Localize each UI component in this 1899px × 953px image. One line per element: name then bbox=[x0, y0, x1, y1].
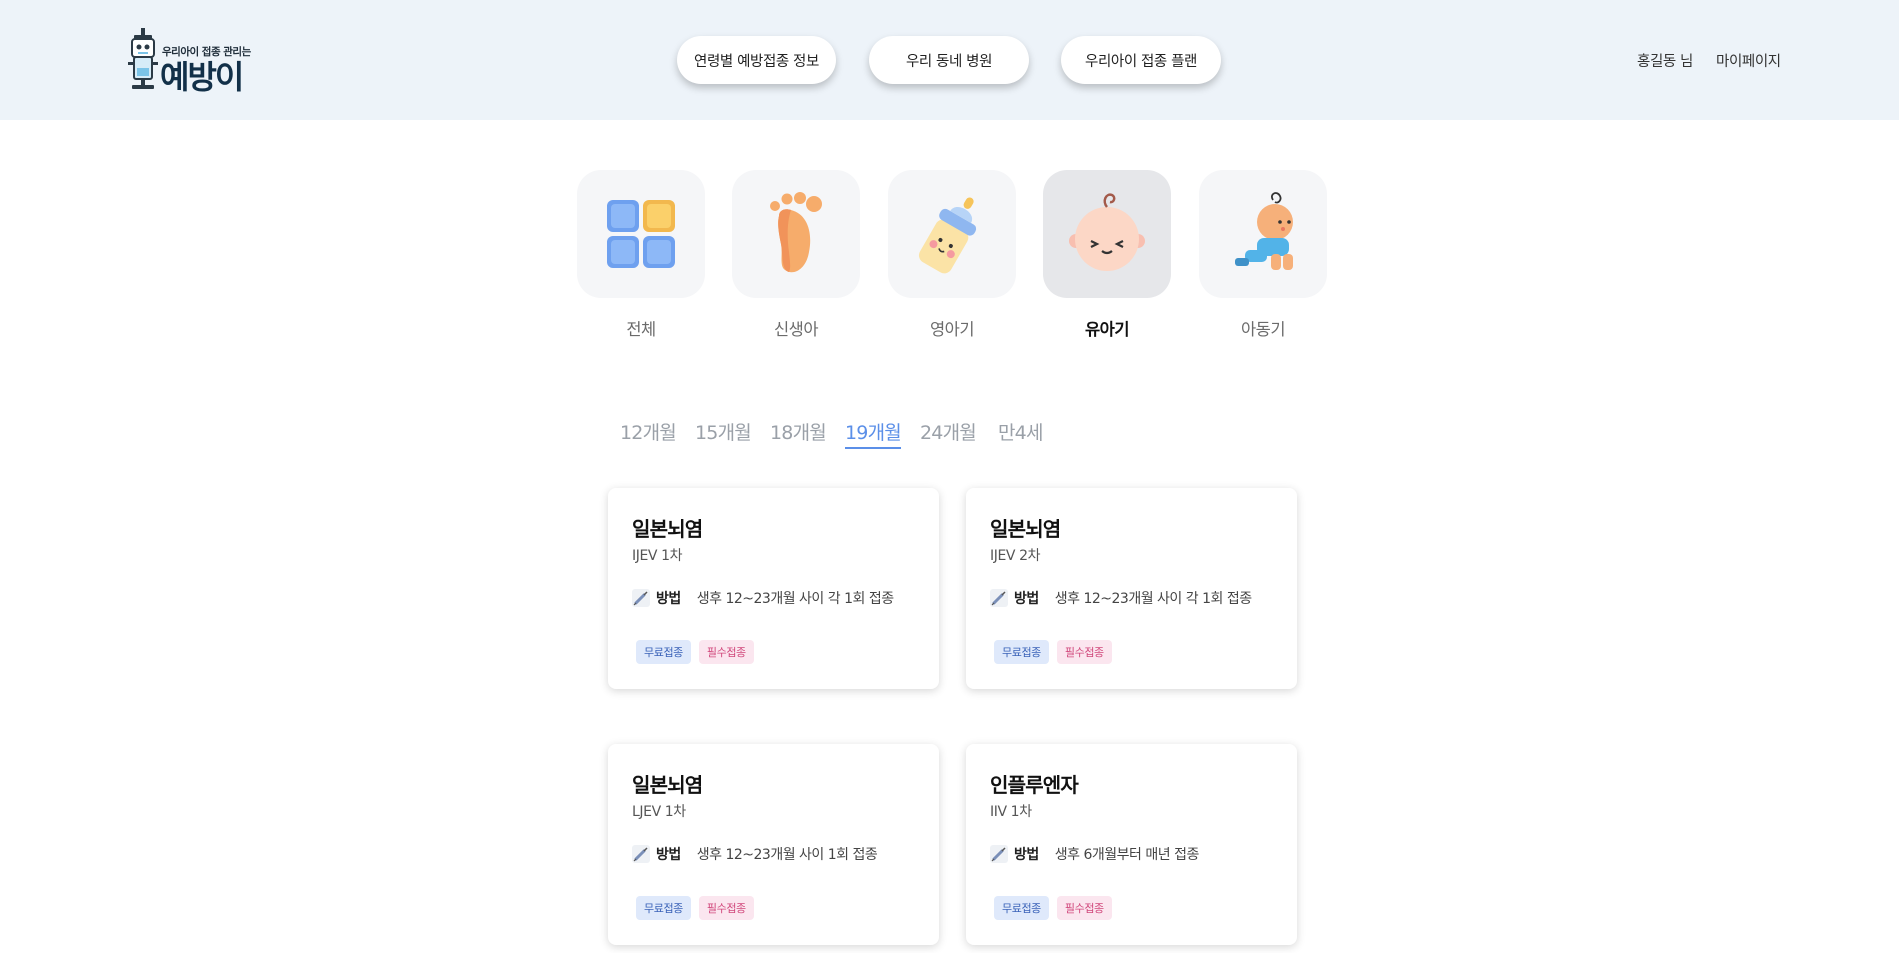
vaccine-tags: 무료접종 필수접종 bbox=[636, 896, 754, 920]
baby-bottle-icon bbox=[918, 197, 977, 274]
syringe-icon bbox=[632, 845, 650, 863]
tab-15-months[interactable]: 15개월 bbox=[695, 418, 752, 445]
method-text: 생후 12~23개월 사이 각 1회 접종 bbox=[1054, 591, 1252, 607]
required-vaccine-badge: 필수접종 bbox=[1056, 896, 1112, 920]
syringe-icon bbox=[632, 589, 650, 607]
tab-18-months[interactable]: 18개월 bbox=[770, 418, 827, 445]
free-vaccine-badge: 무료접종 bbox=[636, 640, 691, 664]
category-all[interactable]: 전체 bbox=[577, 170, 705, 340]
vaccine-card[interactable]: 일본뇌염 LJEV 1차 방법 생후 12~23개월 사이 1회 접종 무료접종… bbox=[608, 744, 939, 945]
category-infant[interactable]: 영아기 bbox=[888, 170, 1016, 340]
vaccine-name: 일본뇌염 bbox=[632, 517, 703, 541]
tab-12-months[interactable]: 12개월 bbox=[620, 418, 677, 445]
tab-19-months[interactable]: 19개월 bbox=[845, 418, 902, 449]
free-vaccine-badge: 무료접종 bbox=[994, 640, 1049, 664]
vaccine-tags: 무료접종 필수접종 bbox=[994, 896, 1112, 920]
baby-face-icon bbox=[1069, 193, 1145, 271]
category-toddler-tile bbox=[1043, 170, 1171, 298]
vaccine-method: 방법 생후 6개월부터 매년 접종 bbox=[990, 844, 1199, 864]
syringe-robot-icon bbox=[128, 28, 158, 89]
category-newborn-tile bbox=[732, 170, 860, 298]
vaccine-card[interactable]: 일본뇌염 IJEV 2차 방법 생후 12~23개월 사이 각 1회 접종 무료… bbox=[966, 488, 1297, 689]
top-header: 우리아이 접종 관리는 예방이 연령별 예방접종 정보 우리 동네 병원 우리아… bbox=[0, 0, 1899, 120]
site-logo[interactable]: 우리아이 접종 관리는 예방이 bbox=[126, 28, 266, 96]
method-text: 생후 12~23개월 사이 각 1회 접종 bbox=[696, 591, 894, 607]
category-child-tile bbox=[1199, 170, 1327, 298]
method-label: 방법 bbox=[1014, 591, 1039, 607]
method-label: 방법 bbox=[656, 847, 681, 863]
method-label: 방법 bbox=[656, 591, 681, 607]
category-child-label: 아동기 bbox=[1240, 320, 1286, 339]
logo-wordmark: 예방이 bbox=[160, 58, 244, 96]
category-newborn-label: 신생아 bbox=[773, 320, 819, 339]
category-child[interactable]: 아동기 bbox=[1199, 170, 1327, 340]
baby-foot-icon bbox=[770, 192, 822, 273]
free-vaccine-badge: 무료접종 bbox=[636, 896, 691, 920]
vaccine-method: 방법 생후 12~23개월 사이 각 1회 접종 bbox=[632, 588, 894, 608]
vaccine-dose: IJEV 1차 bbox=[632, 548, 683, 564]
grid-blocks-icon bbox=[607, 200, 675, 268]
syringe-icon bbox=[990, 589, 1008, 607]
tab-24-months[interactable]: 24개월 bbox=[920, 418, 977, 445]
vaccine-method: 방법 생후 12~23개월 사이 1회 접종 bbox=[632, 844, 878, 864]
category-toddler[interactable]: 유아기 bbox=[1043, 170, 1171, 340]
crawling-baby-icon bbox=[1235, 192, 1293, 270]
nav-vaccine-plan-button[interactable]: 우리아이 접종 플랜 bbox=[1061, 36, 1221, 84]
category-infant-label: 영아기 bbox=[929, 320, 975, 339]
method-text: 생후 6개월부터 매년 접종 bbox=[1054, 847, 1200, 863]
vaccine-dose: IIV 1차 bbox=[990, 804, 1032, 820]
nav-age-vaccine-info-button[interactable]: 연령별 예방접종 정보 bbox=[677, 36, 836, 84]
required-vaccine-badge: 필수접종 bbox=[698, 640, 754, 664]
vaccine-name: 일본뇌염 bbox=[632, 773, 703, 797]
vaccine-tags: 무료접종 필수접종 bbox=[636, 640, 754, 664]
required-vaccine-badge: 필수접종 bbox=[698, 896, 754, 920]
category-all-label: 전체 bbox=[626, 320, 656, 339]
required-vaccine-badge: 필수접종 bbox=[1056, 640, 1112, 664]
vaccine-method: 방법 생후 12~23개월 사이 각 1회 접종 bbox=[990, 588, 1252, 608]
method-text: 생후 12~23개월 사이 1회 접종 bbox=[696, 847, 878, 863]
vaccine-card[interactable]: 인플루엔자 IIV 1차 방법 생후 6개월부터 매년 접종 무료접종 필수접종 bbox=[966, 744, 1297, 945]
nav-local-hospital-button[interactable]: 우리 동네 병원 bbox=[869, 36, 1029, 84]
method-label: 방법 bbox=[1014, 847, 1039, 863]
vaccine-dose: LJEV 1차 bbox=[632, 804, 686, 820]
category-infant-tile bbox=[888, 170, 1016, 298]
category-all-tile bbox=[577, 170, 705, 298]
category-toddler-label: 유아기 bbox=[1084, 320, 1130, 339]
vaccine-name: 일본뇌염 bbox=[990, 517, 1061, 541]
tab-age-4[interactable]: 만4세 bbox=[998, 418, 1043, 445]
syringe-icon bbox=[990, 845, 1008, 863]
mypage-link[interactable]: 마이페이지 bbox=[1716, 50, 1781, 71]
vaccine-tags: 무료접종 필수접종 bbox=[994, 640, 1112, 664]
vaccine-card[interactable]: 일본뇌염 IJEV 1차 방법 생후 12~23개월 사이 각 1회 접종 무료… bbox=[608, 488, 939, 689]
vaccine-name: 인플루엔자 bbox=[990, 773, 1079, 797]
vaccine-dose: IJEV 2차 bbox=[990, 548, 1041, 564]
free-vaccine-badge: 무료접종 bbox=[994, 896, 1049, 920]
user-name: 홍길동 님 bbox=[1637, 54, 1693, 70]
category-newborn[interactable]: 신생아 bbox=[732, 170, 860, 340]
